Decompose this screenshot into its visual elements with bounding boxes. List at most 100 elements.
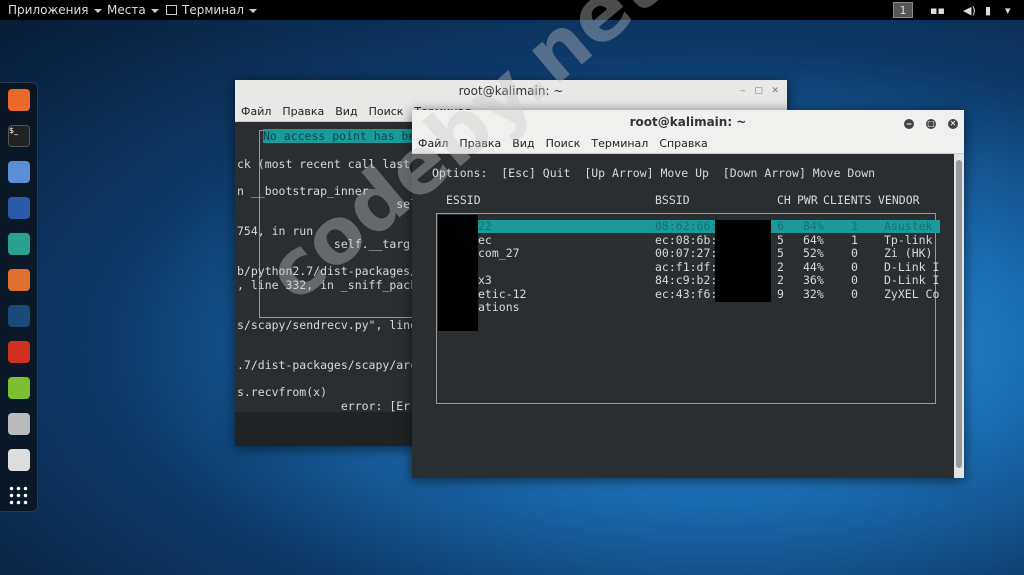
cell-bssid: 08:62:66: xyxy=(655,219,718,233)
leafpad-icon[interactable] xyxy=(8,377,30,399)
table-row[interactable]: com_27 00:07:27: 5 52% 0 Zi (HK) xyxy=(438,246,938,260)
files-icon[interactable] xyxy=(8,161,30,183)
header-ch: CH xyxy=(777,193,791,207)
cell-vendor: Asustek xyxy=(884,219,933,233)
terminal-line: error: [Errno xyxy=(237,399,431,413)
table-row[interactable]: 22 08:62:66: 6 84% 1 Asustek xyxy=(438,219,940,233)
header-bssid: BSSID xyxy=(655,193,690,207)
cell-vendor: Zi (HK) xyxy=(884,246,933,260)
cell-bssid: ec:43:f6: xyxy=(655,286,718,301)
menu-item[interactable]: Поиск xyxy=(369,105,404,118)
chevron-down-icon xyxy=(150,8,159,13)
header-vendor: VENDOR xyxy=(878,193,920,207)
cell-ch: 5 xyxy=(777,232,784,247)
cell-essid: com_27 xyxy=(478,246,520,260)
tweaks-icon[interactable] xyxy=(8,449,30,471)
menu-item[interactable]: Вид xyxy=(335,105,357,118)
armitage-icon[interactable] xyxy=(8,233,30,255)
close-button[interactable]: ✕ xyxy=(948,119,958,129)
terminal-label: Терминал xyxy=(182,3,245,17)
cell-bssid: 84:c9:b2: xyxy=(655,273,718,287)
redaction-bssid xyxy=(715,220,771,302)
menu-item[interactable]: Правка xyxy=(282,105,324,118)
menu-item[interactable]: Поиск xyxy=(546,137,581,150)
beef-icon[interactable] xyxy=(8,305,30,327)
cell-bssid: 00:07:27: xyxy=(655,246,718,260)
cell-pwr: 44% xyxy=(803,259,824,274)
faraday-icon[interactable] xyxy=(8,341,30,363)
cell-pwr: 64% xyxy=(803,232,824,247)
applications-label: Приложения xyxy=(8,3,89,17)
battery-icon[interactable]: ▮ xyxy=(985,4,991,17)
cell-ch: 5 xyxy=(777,246,784,260)
front-terminal-window[interactable]: root@kalimain: ~ ‒ ▢ ✕ Файл Правка Вид Поиск Т… xyxy=(412,110,964,478)
cell-vendor: D-Link I xyxy=(884,273,940,287)
top-bar: Приложения Места Терминал 1 ▪▪ ◀) ▮ ▾ xyxy=(0,0,1024,20)
camera-icon[interactable]: ▪▪ xyxy=(930,4,945,17)
cell-essid: ec xyxy=(478,232,492,247)
maximize-button[interactable]: ▢ xyxy=(926,119,936,129)
terminal-line: s.recvfrom(x) xyxy=(237,385,328,399)
cell-vendor: D-Link I xyxy=(884,259,940,274)
menu-item[interactable]: Файл xyxy=(241,105,271,118)
cell-bssid: ec:08:6b: xyxy=(655,232,718,247)
terminal-output[interactable]: Options: [Esc] Quit [Up Arrow] Move Up [… xyxy=(412,154,954,478)
window-controls[interactable]: ‒ ▢ ✕ xyxy=(740,80,779,102)
cell-clients: 0 xyxy=(851,286,858,301)
cell-ch: 6 xyxy=(777,219,784,233)
terminal-app-menu[interactable]: Терминал xyxy=(166,3,258,17)
scrollbar[interactable] xyxy=(954,154,964,478)
terminal-icon[interactable]: $_ xyxy=(8,125,30,147)
window-controls: ‒ ▢ ✕ xyxy=(892,110,958,134)
terminal-icon xyxy=(166,5,177,15)
places-menu[interactable]: Места xyxy=(107,3,159,17)
cell-ch: 2 xyxy=(777,273,784,287)
cell-vendor: Tp-link xyxy=(884,232,933,247)
header-clients: CLIENTS xyxy=(823,193,872,207)
cell-vendor: ZyXEL Co xyxy=(884,286,940,301)
firefox-icon[interactable] xyxy=(8,89,30,111)
menu-item[interactable]: Справка xyxy=(659,137,707,150)
places-label: Места xyxy=(107,3,146,17)
terminal-line: .7/dist-packages/scapy/arc xyxy=(237,358,418,372)
header-pwr: PWR xyxy=(797,193,818,207)
table-row[interactable]: x3 84:c9:b2: 2 36% 0 D-Link I xyxy=(438,273,940,287)
cell-essid: 22 xyxy=(478,219,492,233)
table-row[interactable]: etic-12 ec:43:f6: 9 32% 0 ZyXEL Co xyxy=(438,286,940,301)
cell-ch: 2 xyxy=(777,259,784,274)
table-row[interactable]: ac:f1:df: 2 44% 0 D-Link I xyxy=(438,259,940,274)
workspace-indicator[interactable]: 1 xyxy=(893,2,913,18)
cell-clients: 0 xyxy=(851,259,858,274)
cell-pwr: 84% xyxy=(803,219,824,233)
window-title: root@kalimain: ~ xyxy=(629,115,747,129)
system-menu-chevron-icon[interactable]: ▾ xyxy=(1005,4,1011,17)
cell-pwr: 32% xyxy=(803,286,824,301)
dock: $_ xyxy=(0,82,38,512)
metasploit-icon[interactable] xyxy=(8,197,30,219)
terminal-line: s/scapy/sendrecv.py", line xyxy=(237,318,418,332)
redaction-essid xyxy=(438,215,478,331)
table-row[interactable]: ations xyxy=(438,300,938,314)
cell-essid: ations xyxy=(478,300,520,314)
menu-item[interactable]: Терминал xyxy=(591,137,648,150)
cell-clients: 0 xyxy=(851,273,858,287)
table-row[interactable]: ec ec:08:6b: 5 64% 1 Tp-link xyxy=(438,232,938,247)
cell-ch: 9 xyxy=(777,286,784,301)
chevron-down-icon xyxy=(93,8,102,13)
cell-essid: x3 xyxy=(478,273,492,287)
minimize-button[interactable]: ‒ xyxy=(904,119,914,129)
cell-clients: 1 xyxy=(851,232,858,247)
show-apps-icon[interactable] xyxy=(8,485,30,507)
cell-pwr: 36% xyxy=(803,273,824,287)
cutycapt-icon[interactable] xyxy=(8,413,30,435)
chevron-down-icon xyxy=(249,8,258,13)
volume-icon[interactable]: ◀) xyxy=(963,4,976,17)
options-line: Options: [Esc] Quit [Up Arrow] Move Up [… xyxy=(432,166,876,180)
scrollbar-thumb[interactable] xyxy=(956,160,962,468)
cell-bssid: ac:f1:df: xyxy=(655,259,718,274)
cell-essid: etic-12 xyxy=(478,286,527,301)
cell-clients: 0 xyxy=(851,246,858,260)
burpsuite-icon[interactable] xyxy=(8,269,30,291)
applications-menu[interactable]: Приложения xyxy=(8,3,102,17)
cell-pwr: 52% xyxy=(803,246,824,260)
